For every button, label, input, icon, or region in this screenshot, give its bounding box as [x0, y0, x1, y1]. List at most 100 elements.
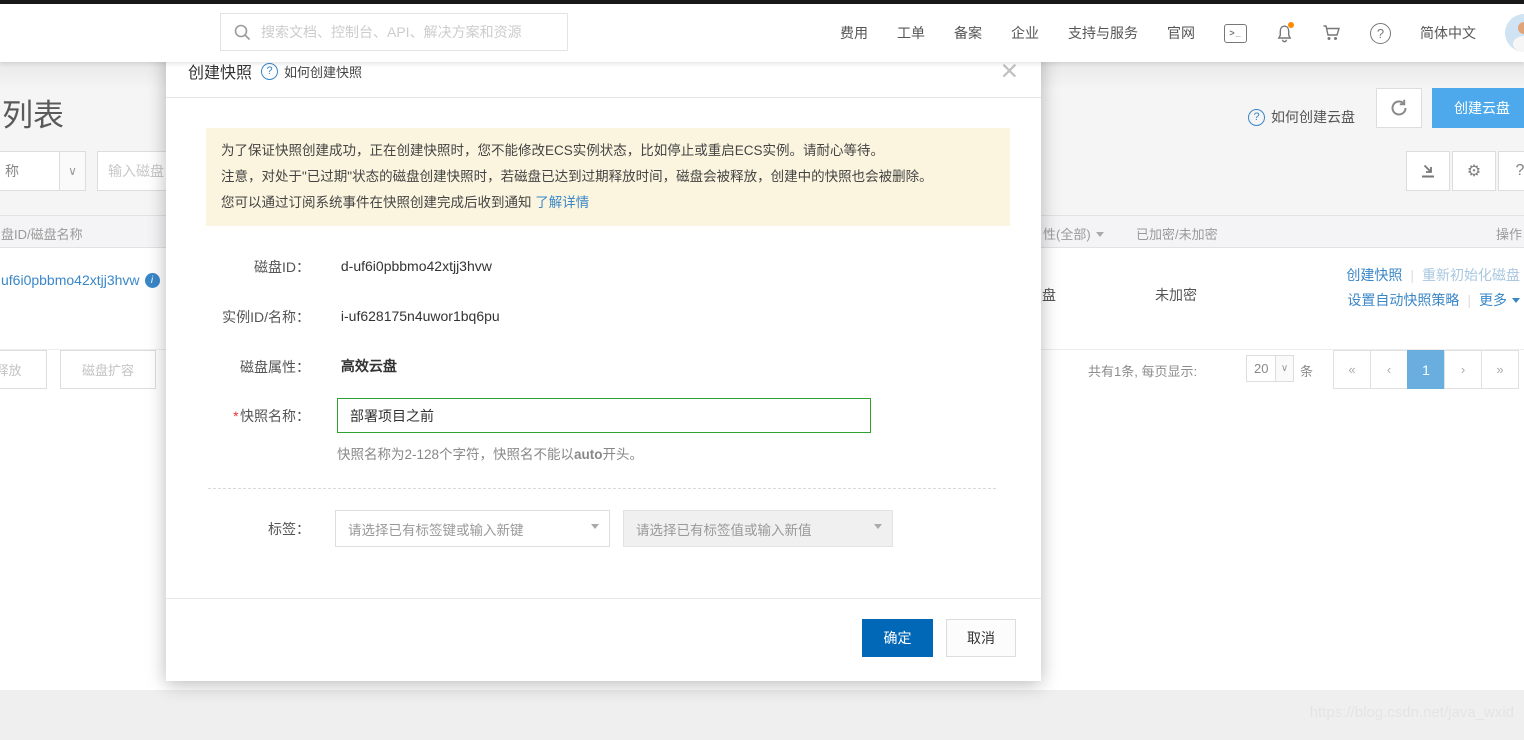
nav-item-website[interactable]: 官网 [1167, 23, 1195, 43]
tag-key-select[interactable]: 请选择已有标签键或输入新键 [335, 510, 610, 547]
auto-snapshot-policy-link[interactable]: 设置自动快照策略 [1347, 292, 1459, 308]
top-black-strip [0, 0, 1524, 4]
page-size-select[interactable]: 20 ∨ [1246, 355, 1294, 382]
snapshot-name-input[interactable] [337, 398, 871, 433]
more-link[interactable]: 更多 [1479, 292, 1520, 308]
pagination-first[interactable]: « [1333, 350, 1371, 389]
how-to-create-disk-link[interactable]: 如何创建云盘 [1271, 107, 1355, 127]
top-navigation: 费用 工单 备案 企业 支持与服务 官网 >_ ? 简体中文 [0, 4, 1524, 62]
global-search[interactable] [220, 13, 568, 51]
cloudshell-icon[interactable]: >_ [1224, 23, 1247, 43]
snapshot-name-label: * 快照名称： [232, 407, 310, 424]
hint-bold: auto [574, 447, 603, 462]
cart-icon[interactable] [1322, 24, 1341, 42]
bell-icon[interactable] [1276, 21, 1294, 43]
release-disk-button[interactable]: 释放 [0, 350, 47, 389]
settings-button[interactable]: ⚙ [1452, 151, 1496, 191]
hint-suffix: 开头。 [602, 447, 644, 462]
watermark: https://blog.csdn.net/java_wxid [1309, 704, 1514, 721]
page-size-unit: 条 [1300, 364, 1314, 379]
language-switcher[interactable]: 简体中文 [1420, 23, 1476, 43]
gear-icon: ⚙ [1466, 163, 1482, 180]
column-attribute[interactable]: 性(全部) [1043, 224, 1104, 243]
chevron-down-icon [591, 524, 599, 533]
avatar[interactable] [1505, 14, 1524, 52]
pagination-last[interactable]: » [1481, 350, 1519, 389]
chevron-down-icon: ∨ [1275, 356, 1293, 381]
instance-id-value: i-uf628175n4uwor1bq6pu [340, 307, 500, 324]
warning-line-1: 为了保证快照创建成功，正在创建快照时，您不能修改ECS实例状态，比如停止或重启E… [221, 143, 885, 158]
disk-attribute-value: 高效云盘 [340, 358, 397, 374]
modal-title: 创建快照 [188, 65, 253, 82]
help-circle-icon[interactable]: ? [1370, 22, 1391, 44]
chevron-down-icon [1512, 298, 1520, 307]
page-size-value: 20 [1254, 361, 1269, 376]
filter-select-value: 称 [5, 163, 19, 179]
nav-item-support[interactable]: 支持与服务 [1068, 23, 1138, 43]
learn-more-link[interactable]: 了解详情 [535, 195, 589, 210]
chevron-down-icon [874, 524, 882, 533]
snapshot-name-hint: 快照名称为2-128个字符，快照名不能以auto开头。 [337, 443, 643, 463]
how-to-create-disk: ? 如何创建云盘 [1248, 97, 1355, 137]
warning-line-2: 注意，对处于"已过期"状态的磁盘创建快照时，若磁盘已达到过期释放时间，磁盘会被释… [221, 169, 933, 184]
info-circle-icon[interactable]: i [144, 272, 160, 288]
disk-encryption-cell: 未加密 [1155, 287, 1197, 303]
pagination-next[interactable]: › [1444, 350, 1482, 389]
confirm-button[interactable]: 确定 [862, 619, 933, 657]
tag-value-select[interactable]: 请选择已有标签值或输入新值 [623, 510, 893, 547]
disk-id-label: 磁盘ID： [254, 259, 310, 275]
reinit-disk-link: 重新初始化磁盘 [1422, 267, 1520, 283]
page-bottom-zone [0, 690, 1524, 740]
column-actions: 操作 [1495, 227, 1522, 242]
tag-value-placeholder: 请选择已有标签值或输入新值 [636, 522, 812, 538]
pagination-page-1[interactable]: 1 [1407, 350, 1445, 389]
field-tags: 标签： 请选择已有标签键或输入新键 请选择已有标签值或输入新值 [166, 510, 1041, 547]
field-disk-attribute: 磁盘属性： 高效云盘 [166, 356, 1041, 377]
tag-label: 标签： [268, 520, 310, 537]
nav-item-enterprise[interactable]: 企业 [1011, 23, 1039, 43]
help-circle-icon: ? [261, 62, 279, 80]
warning-line-3: 您可以通过订阅系统事件在快照创建完成后收到通知 了解详情 [221, 190, 995, 216]
modal-footer: 确定 取消 [166, 598, 1041, 681]
required-mark: * [232, 407, 238, 424]
close-icon[interactable]: ✕ [1000, 59, 1019, 83]
disk-row-actions: 创建快照 | 重新初始化磁盘 设置自动快照策略 | 更多 [1346, 263, 1520, 313]
tag-key-placeholder: 请选择已有标签键或输入新键 [348, 522, 524, 538]
nav-item-workorder[interactable]: 工单 [897, 23, 925, 43]
nav-item-billing[interactable]: 费用 [840, 23, 868, 43]
column-encryption: 已加密/未加密 [1136, 227, 1218, 242]
chevron-down-icon [1095, 232, 1104, 241]
export-button[interactable] [1406, 151, 1450, 191]
column-help-button[interactable]: ? [1498, 151, 1524, 191]
table-toolbar: ⚙ ? [1406, 151, 1524, 191]
warning-line-3-text: 您可以通过订阅系统事件在快照创建完成后收到通知 [221, 195, 532, 210]
refresh-icon [1391, 99, 1407, 116]
cancel-button[interactable]: 取消 [946, 619, 1016, 657]
topnav-menu: 费用 工单 备案 企业 支持与服务 官网 >_ ? 简体中文 [840, 4, 1524, 62]
disk-attribute-cell: 盘 [1042, 287, 1056, 303]
create-disk-button[interactable]: 创建云盘 [1432, 88, 1524, 128]
field-snapshot-name: * 快照名称： [166, 398, 1041, 433]
hint-prefix: 快照名称为2-128个字符，快照名不能以 [337, 447, 575, 462]
disk-id-value: d-uf6i0pbbmo42xtjj3hvw [340, 257, 492, 274]
export-icon [1422, 164, 1434, 178]
disk-id-link[interactable]: uf6i0pbbmo42xtjj3hvw [1, 272, 140, 288]
create-snapshot-link[interactable]: 创建快照 [1346, 267, 1402, 283]
how-to-create-snapshot-link[interactable]: 如何创建快照 [284, 62, 362, 81]
pagination-prev[interactable]: ‹ [1370, 350, 1408, 389]
nav-item-icp[interactable]: 备案 [954, 23, 982, 43]
question-icon: ? [1515, 162, 1524, 179]
help-circle-icon: ? [1248, 108, 1265, 126]
action-separator: | [1410, 267, 1414, 283]
pagination: « ‹ 1 › » [1333, 350, 1519, 389]
disk-filter-select[interactable]: 称 ∨ [0, 151, 86, 191]
field-disk-id: 磁盘ID： d-uf6i0pbbmo42xtjj3hvw [166, 257, 1041, 277]
refresh-button[interactable] [1376, 88, 1422, 128]
action-separator: | [1467, 292, 1471, 308]
search-input[interactable] [261, 24, 555, 40]
disk-attribute-label: 磁盘属性： [240, 359, 310, 376]
warning-box: 为了保证快照创建成功，正在创建快照时，您不能修改ECS实例状态，比如停止或重启E… [206, 128, 1010, 226]
resize-disk-button[interactable]: 磁盘扩容 [60, 350, 156, 389]
notification-dot [1288, 21, 1294, 28]
search-icon [234, 24, 251, 41]
